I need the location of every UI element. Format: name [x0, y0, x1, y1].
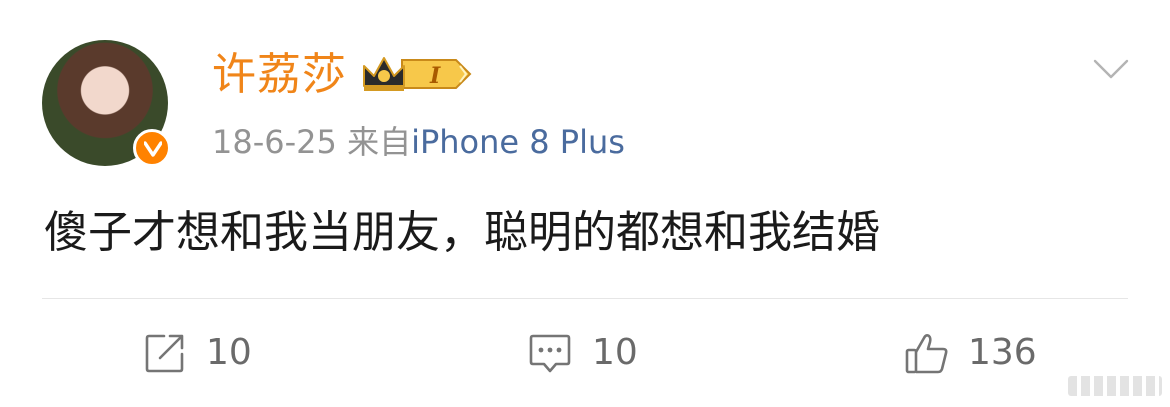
comment-count: 10 [592, 332, 638, 373]
watermark [1068, 376, 1162, 396]
member-rank-badge[interactable]: I [360, 52, 474, 96]
avatar[interactable] [42, 40, 171, 167]
verified-v-icon [133, 129, 171, 167]
author-name[interactable]: 许荔莎 [212, 48, 347, 102]
source-device[interactable]: iPhone 8 Plus [411, 123, 625, 161]
source-prefix: 来自 [347, 123, 412, 161]
like-count: 136 [968, 332, 1037, 373]
repost-count: 10 [206, 332, 252, 373]
post-meta: 18-6-25 来自iPhone 8 Plus [212, 120, 625, 164]
crown-icon [363, 57, 405, 91]
repost-icon [144, 332, 186, 378]
post-date: 18-6-25 [212, 123, 337, 161]
comment-icon [528, 332, 572, 380]
divider [42, 298, 1128, 299]
post-text: 傻子才想和我当朋友，聪明的都想和我结婚 [44, 207, 880, 258]
rank-text: I [429, 63, 441, 89]
weibo-post: 许荔莎 I 18-6-25 来自iPhone 8 Plus 傻子才想和我当朋友，… [0, 0, 1170, 407]
chevron-down-icon[interactable] [1093, 58, 1129, 80]
thumbs-up-icon [904, 332, 950, 380]
